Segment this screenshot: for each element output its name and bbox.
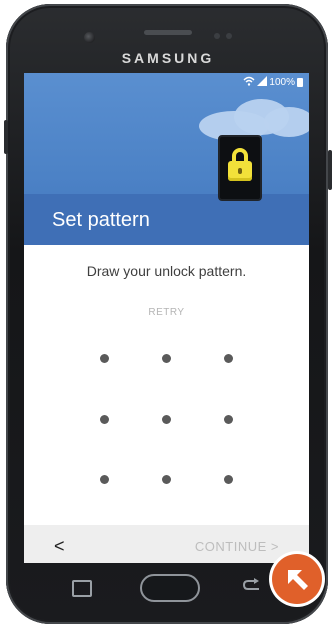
signal-icon: [257, 75, 268, 89]
continue-button[interactable]: CONTINUE >: [195, 539, 279, 554]
wifi-icon: [243, 76, 255, 89]
back-button[interactable]: <: [54, 536, 65, 557]
pattern-dot[interactable]: [100, 354, 109, 363]
pattern-dot[interactable]: [224, 415, 233, 424]
arrow-up-left-icon: [272, 554, 322, 604]
bottom-bar: < CONTINUE >: [24, 525, 309, 563]
pattern-dot[interactable]: [162, 354, 171, 363]
cloud-illustration-3: [264, 107, 309, 137]
front-camera: [84, 32, 95, 43]
brand-logo: SAMSUNG: [121, 50, 215, 66]
battery-icon: [297, 77, 303, 87]
power-button: [328, 150, 332, 190]
page-title: Set pattern: [52, 209, 150, 231]
home-button[interactable]: [140, 574, 200, 602]
recents-icon[interactable]: [72, 580, 92, 597]
header: 100% Set pattern: [24, 73, 309, 245]
back-icon[interactable]: [242, 576, 261, 597]
retry-button[interactable]: RETRY: [24, 307, 309, 318]
proximity-sensors: [214, 33, 236, 39]
pattern-dot[interactable]: [100, 475, 109, 484]
pattern-dot[interactable]: [162, 475, 171, 484]
instruction-text: Draw your unlock pattern.: [86, 263, 247, 279]
pattern-dot[interactable]: [224, 475, 233, 484]
battery-percent: 100%: [269, 76, 295, 88]
pattern-dot[interactable]: [100, 415, 109, 424]
pattern-dot[interactable]: [162, 415, 171, 424]
lock-icon: [218, 135, 262, 201]
status-bar: 100%: [243, 75, 303, 89]
volume-button: [4, 120, 8, 154]
screen: 100% Set pattern Draw your unlock patter…: [24, 73, 309, 563]
earpiece-speaker: [144, 30, 192, 35]
pattern-dot[interactable]: [224, 354, 233, 363]
